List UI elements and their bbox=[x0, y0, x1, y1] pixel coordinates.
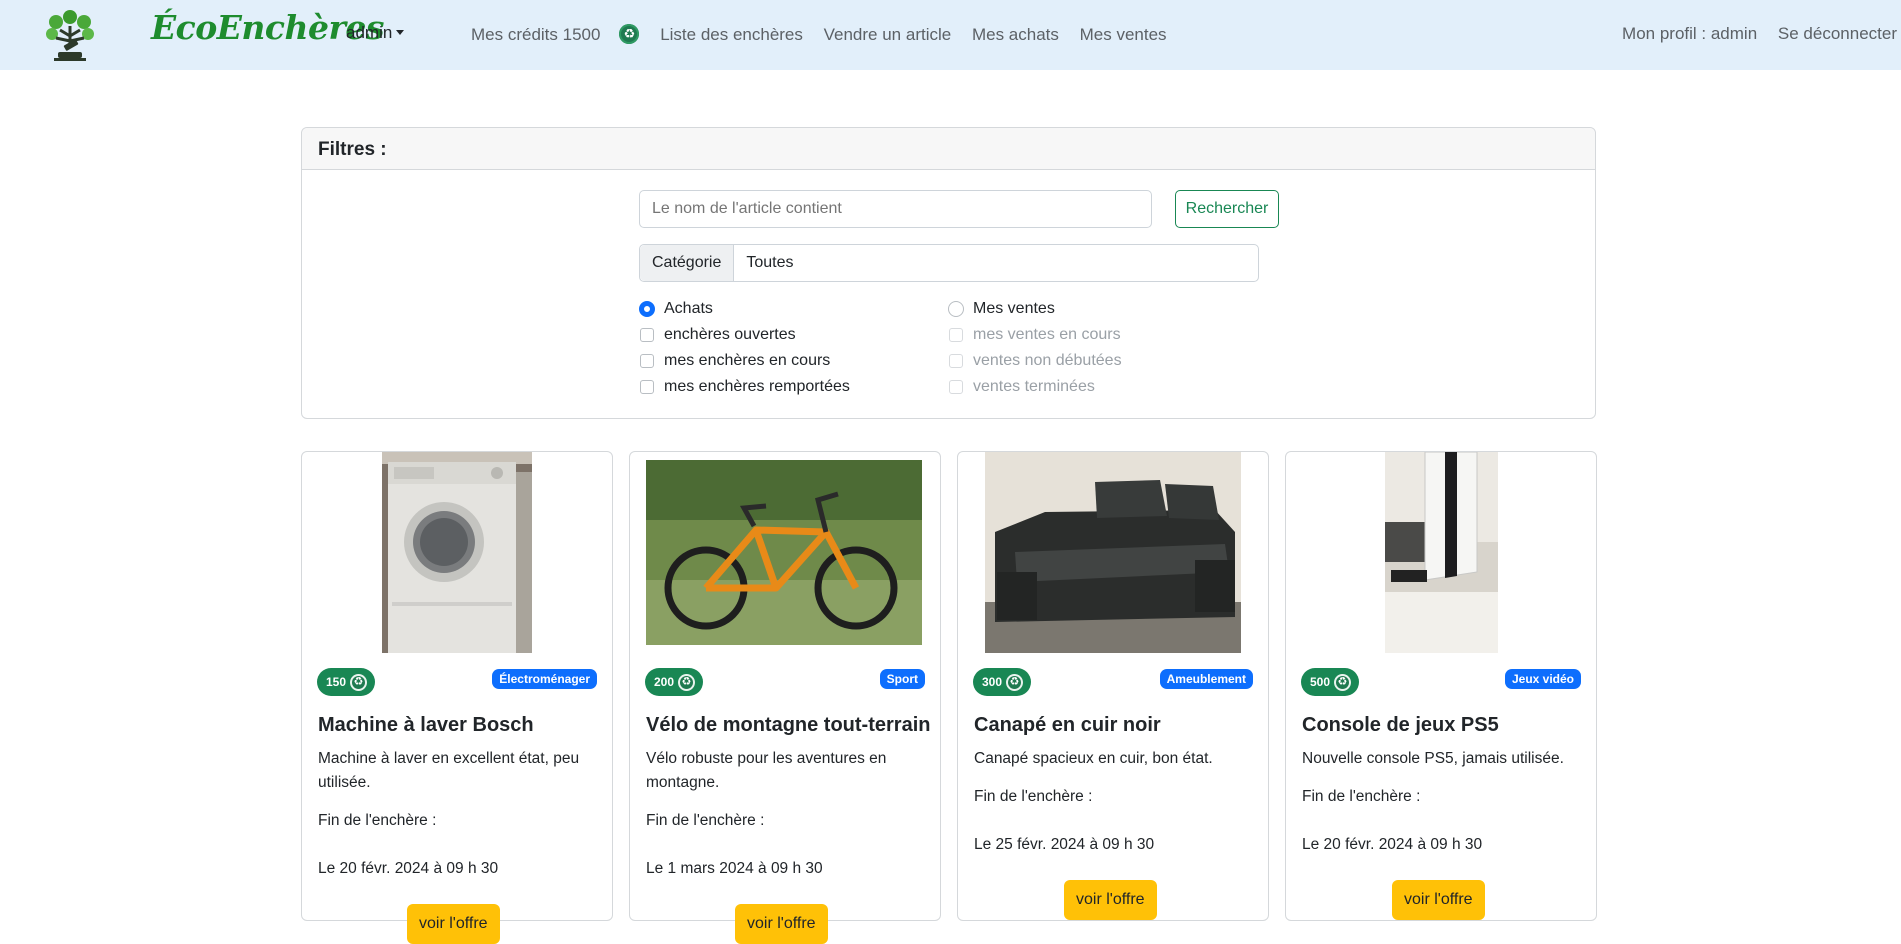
card-title: Canapé en cuir noir bbox=[974, 714, 1161, 736]
nav-credits-label: Mes crédits 1500 bbox=[471, 25, 601, 44]
checkbox-open-auctions[interactable]: enchères ouvertes bbox=[640, 326, 796, 344]
category-value[interactable]: Toutes bbox=[734, 245, 1258, 281]
price-badge: 500 bbox=[1301, 668, 1360, 696]
auction-card: 200 Sport Vélo de montagne tout-terrain … bbox=[629, 451, 941, 944]
category-badge: Jeux vidéo bbox=[1504, 669, 1581, 689]
eco-coin-icon bbox=[350, 673, 368, 691]
view-offer-button[interactable]: voir l'offre bbox=[407, 904, 500, 944]
card-description: Canapé spacieux en cuir, bon état. bbox=[974, 750, 1213, 767]
card-end-date: Le 20 févr. 2024 à 09 h 30 bbox=[318, 860, 499, 877]
nav-right: Mon profil : admin Se déconnecter bbox=[1606, 24, 1897, 44]
mountain-bike-image[interactable] bbox=[646, 460, 922, 645]
caret-down-icon bbox=[396, 30, 405, 35]
eco-coin-icon bbox=[1006, 673, 1024, 691]
checkbox-icon bbox=[949, 354, 963, 368]
category-badge: Ameublement bbox=[1159, 669, 1253, 689]
card-description: Nouvelle console PS5, jamais utilisée. bbox=[1302, 750, 1564, 767]
filters-title: Filtres : bbox=[302, 128, 1595, 170]
card-end-label: Fin de l'enchère : bbox=[646, 812, 765, 829]
checkbox-label: ventes non débutées bbox=[973, 352, 1122, 369]
view-offer-button[interactable]: voir l'offre bbox=[735, 904, 828, 944]
card-title: Vélo de montagne tout-terrain bbox=[646, 714, 931, 736]
navbar: ÉcoEnchères admin Mes crédits 1500 Liste… bbox=[0, 0, 1901, 70]
user-menu-dropdown[interactable]: admin bbox=[346, 23, 405, 43]
checkbox-icon bbox=[640, 380, 654, 394]
price-badge: 200 bbox=[645, 668, 704, 696]
nav-auctions-list[interactable]: Liste des enchères bbox=[660, 25, 803, 44]
nav-my-purchases[interactable]: Mes achats bbox=[972, 25, 1059, 44]
checkbox-label: mes enchères remportées bbox=[664, 378, 850, 395]
price-value: 500 bbox=[1310, 675, 1331, 689]
nav-logout[interactable]: Se déconnecter bbox=[1778, 24, 1897, 43]
leather-sofa-image[interactable] bbox=[985, 452, 1241, 653]
purchases-radio-label: Achats bbox=[664, 300, 713, 317]
card-description: Machine à laver en excellent état, peu u… bbox=[318, 750, 580, 791]
eco-coin-icon bbox=[678, 673, 696, 691]
tree-auction-logo-icon[interactable] bbox=[42, 8, 98, 64]
checkbox-sales-finished[interactable]: ventes terminées bbox=[949, 378, 1095, 396]
sales-radio-label: Mes ventes bbox=[973, 300, 1055, 317]
search-button[interactable]: Rechercher bbox=[1175, 190, 1279, 228]
card-end-date: Le 25 févr. 2024 à 09 h 30 bbox=[974, 836, 1155, 853]
price-badge: 150 bbox=[317, 668, 376, 696]
nav-sell-item[interactable]: Vendre un article bbox=[824, 25, 952, 44]
category-label: Catégorie bbox=[640, 245, 735, 281]
nav-credits[interactable]: Mes crédits 1500 bbox=[471, 24, 640, 44]
search-input[interactable] bbox=[639, 190, 1152, 228]
card-end-label: Fin de l'enchère : bbox=[318, 812, 437, 829]
user-menu-label: admin bbox=[346, 23, 393, 42]
checkbox-label: mes enchères en cours bbox=[664, 352, 831, 369]
category-badge: Sport bbox=[879, 669, 925, 689]
category-select[interactable]: Catégorie Toutes bbox=[639, 244, 1259, 282]
radio-unchecked-icon bbox=[948, 301, 964, 317]
checkbox-my-won-bids[interactable]: mes enchères remportées bbox=[640, 378, 850, 396]
card-title: Console de jeux PS5 bbox=[1302, 714, 1499, 736]
card-end-label: Fin de l'enchère : bbox=[1302, 788, 1421, 805]
checkbox-my-current-sales[interactable]: mes ventes en cours bbox=[949, 326, 1121, 344]
checkbox-my-current-bids[interactable]: mes enchères en cours bbox=[640, 352, 830, 370]
auction-card: 500 Jeux vidéo Console de jeux PS5 Nouve… bbox=[1285, 451, 1597, 921]
card-end-label: Fin de l'enchère : bbox=[974, 788, 1093, 805]
card-description: Vélo robuste pour les aventures en monta… bbox=[646, 750, 887, 791]
card-end-date: Le 20 févr. 2024 à 09 h 30 bbox=[1302, 836, 1483, 853]
checkbox-icon bbox=[949, 328, 963, 342]
card-end-date: Le 1 mars 2024 à 09 h 30 bbox=[646, 860, 823, 877]
nav-profile[interactable]: Mon profil : admin bbox=[1622, 24, 1757, 43]
checkbox-label: mes ventes en cours bbox=[973, 326, 1121, 343]
price-badge: 300 bbox=[973, 668, 1032, 696]
checkbox-sales-not-started[interactable]: ventes non débutées bbox=[949, 352, 1122, 370]
card-title: Machine à laver Bosch bbox=[318, 714, 534, 736]
sales-radio[interactable]: Mes ventes bbox=[948, 300, 1055, 318]
checkbox-label: enchères ouvertes bbox=[664, 326, 796, 343]
main-nav: Mes crédits 1500 Liste des enchères Vend… bbox=[471, 24, 1183, 45]
price-value: 150 bbox=[326, 675, 347, 689]
checkbox-icon bbox=[949, 380, 963, 394]
view-offer-button[interactable]: voir l'offre bbox=[1064, 880, 1157, 920]
auction-card: 150 Électroménager Machine à laver Bosch… bbox=[301, 451, 613, 944]
view-offer-button[interactable]: voir l'offre bbox=[1392, 880, 1485, 920]
eco-coin-icon bbox=[1334, 673, 1352, 691]
washing-machine-image[interactable] bbox=[382, 452, 532, 653]
ps5-console-image[interactable] bbox=[1385, 452, 1498, 653]
checkbox-label: ventes terminées bbox=[973, 378, 1095, 395]
eco-coin-icon bbox=[619, 24, 640, 44]
price-value: 200 bbox=[654, 675, 675, 689]
purchases-radio[interactable]: Achats bbox=[639, 300, 713, 318]
checkbox-icon bbox=[640, 328, 654, 342]
checkbox-icon bbox=[640, 354, 654, 368]
nav-my-sales[interactable]: Mes ventes bbox=[1080, 25, 1167, 44]
filters-panel: Filtres : Rechercher Catégorie Toutes Ac… bbox=[301, 127, 1596, 419]
category-badge: Électroménager bbox=[492, 669, 597, 689]
price-value: 300 bbox=[982, 675, 1003, 689]
auction-card: 300 Ameublement Canapé en cuir noir Cana… bbox=[957, 451, 1269, 921]
radio-checked-icon bbox=[639, 301, 655, 317]
